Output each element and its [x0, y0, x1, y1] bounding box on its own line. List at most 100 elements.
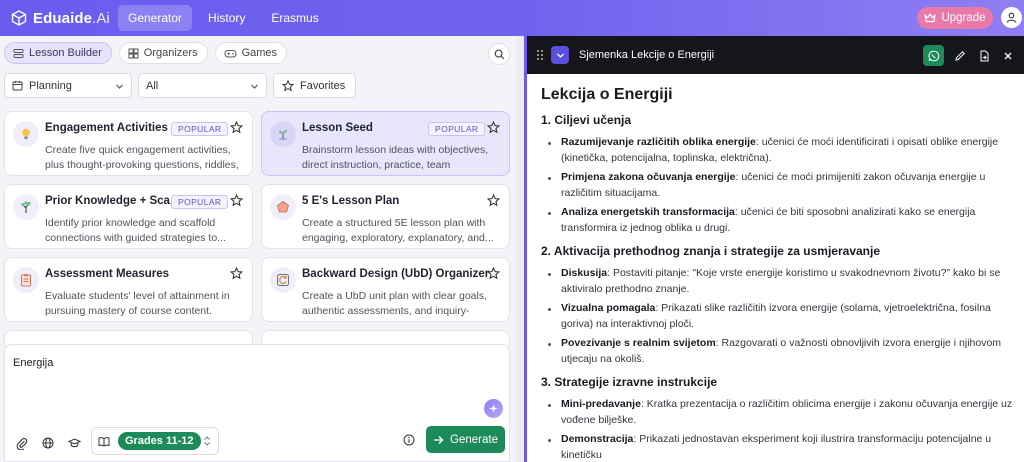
list-item: Vizualna pomagala: Prikazati slike razli…	[541, 301, 1016, 332]
tool-card-backward-design[interactable]: Backward Design (UbD) Organizer Create a…	[261, 257, 510, 322]
crown-icon	[924, 13, 937, 23]
tool-card-engagement-activities[interactable]: Engagement Activities POPULAR Create fiv…	[4, 111, 253, 176]
category-select[interactable]: Planning	[4, 73, 132, 98]
output-panel-title: Sjemenka Lekcije o Energiji	[579, 49, 715, 61]
section-list: Diskusija: Postaviti pitanje: "Koje vrst…	[541, 266, 1016, 367]
globe-icon	[42, 437, 54, 449]
upgrade-label: Upgrade	[941, 12, 986, 24]
tool-card-prior-knowledge[interactable]: Prior Knowledge + Sca... POPULAR Identif…	[4, 184, 253, 249]
star-icon[interactable]	[230, 121, 243, 134]
rewind-icon	[277, 274, 289, 286]
list-item: Diskusija: Postaviti pitanje: "Koje vrst…	[541, 266, 1016, 297]
edit-button[interactable]	[949, 45, 970, 66]
generate-button[interactable]: Generate	[426, 426, 505, 453]
tool-browser-panel: Lesson Builder Organizers Games Planning…	[0, 36, 516, 462]
prompt-composer: Energija Grades 11-12 Generate	[4, 344, 510, 462]
output-panel: Sjemenka Lekcije o Energiji Lekcija o En…	[524, 36, 1024, 462]
export-button[interactable]	[973, 45, 994, 66]
document-title: Lekcija o Energiji	[541, 86, 673, 103]
item-term: Mini-predavanje	[561, 398, 641, 410]
item-term: Razumijevanje različitih oblika energije	[561, 136, 756, 148]
language-button[interactable]	[39, 434, 57, 452]
star-icon[interactable]	[487, 121, 500, 134]
star-icon[interactable]	[487, 194, 500, 207]
tool-card-assessment-measures[interactable]: Assessment Measures Evaluate students' l…	[4, 257, 253, 322]
nav-tab-erasmus[interactable]: Erasmus	[261, 5, 328, 31]
info-icon[interactable]	[403, 434, 415, 446]
tool-card-lesson-seed[interactable]: Lesson Seed POPULAR Brainstorm lesson id…	[261, 111, 510, 176]
enhance-prompt-button[interactable]	[484, 399, 503, 418]
clipboard-icon-wrap	[13, 267, 39, 293]
scope-select-value: All	[146, 79, 159, 92]
chevron-down-icon	[556, 53, 564, 58]
collapse-button[interactable]	[551, 46, 569, 64]
item-term: Demonstracija	[561, 433, 634, 445]
scope-select[interactable]: All	[138, 73, 267, 98]
tree-icon-wrap	[13, 194, 39, 220]
tab-organizers[interactable]: Organizers	[118, 42, 208, 64]
item-term: Diskusija	[561, 267, 608, 279]
star-icon[interactable]	[487, 267, 500, 280]
card-title: Prior Knowledge + Sca...	[45, 195, 180, 207]
section-heading: 2. Aktivacija prethodnog znanja i strate…	[541, 244, 880, 258]
brand-logo[interactable]: Eduaide.Ai	[11, 10, 111, 27]
nav-tab-generator[interactable]: Generator	[118, 5, 193, 31]
whatsapp-icon	[927, 50, 939, 61]
item-term: Primjena zakona očuvanja energije	[561, 171, 736, 183]
tool-card-5e-lesson-plan[interactable]: 5 E's Lesson Plan Create a structured 5E…	[261, 184, 510, 249]
grades-value: Grades 11-12	[118, 432, 201, 450]
list-item: Primjena zakona očuvanja energije: učeni…	[541, 170, 1016, 201]
search-icon	[494, 49, 504, 59]
grades-select[interactable]: Grades 11-12	[91, 427, 219, 455]
drag-handle-icon[interactable]	[536, 49, 544, 61]
upgrade-button[interactable]: Upgrade	[917, 7, 993, 29]
section-list: Razumijevanje različitih oblika energije…	[541, 135, 1016, 236]
tab-lesson-builder[interactable]: Lesson Builder	[4, 42, 112, 64]
chat-button[interactable]	[923, 45, 944, 66]
panel-divider[interactable]	[516, 36, 524, 462]
calendar-icon	[12, 81, 23, 91]
star-icon[interactable]	[230, 194, 243, 207]
lesson-document: Lekcija o Energiji 1. Ciljevi učenja Raz…	[541, 86, 1016, 462]
cube-logo-icon	[11, 10, 27, 26]
list-item: Povezivanje s realnim svijetom: Razgovar…	[541, 336, 1016, 367]
close-panel-button[interactable]	[997, 45, 1018, 66]
top-nav-bar: Eduaide.Ai Generator History Erasmus Upg…	[0, 0, 1024, 36]
user-avatar[interactable]	[1001, 7, 1022, 28]
filter-bar: Planning All Favorites	[4, 73, 357, 98]
card-description: Evaluate students' level of attainment i…	[45, 290, 230, 317]
favorites-label: Favorites	[300, 79, 346, 92]
item-term: Vizualna pomagala	[561, 302, 656, 314]
star-icon	[282, 79, 294, 91]
card-title: Lesson Seed	[302, 122, 373, 134]
lightbulb-icon-wrap	[13, 121, 39, 147]
attach-button[interactable]	[13, 434, 31, 452]
tab-games[interactable]: Games	[214, 42, 288, 64]
lightbulb-icon	[22, 128, 30, 140]
card-title: Engagement Activities	[45, 122, 168, 134]
close-icon	[1004, 52, 1011, 59]
pencil-icon	[954, 50, 965, 61]
section-list: Mini-predavanje: Kratka prezentacija o r…	[541, 397, 1016, 462]
rewind-icon-wrap	[270, 267, 296, 293]
graduation-cap-icon	[67, 438, 81, 448]
favorites-button[interactable]: Favorites	[273, 73, 357, 98]
item-term: Povezivanje s realnim svijetom	[561, 337, 716, 349]
list-item: Demonstracija: Prikazati jednostavan eks…	[541, 432, 1016, 462]
star-icon[interactable]	[230, 267, 243, 280]
nav-tab-history[interactable]: History	[198, 5, 255, 31]
search-button[interactable]	[488, 43, 510, 65]
clipboard-icon	[21, 274, 31, 287]
category-select-value: Planning	[29, 79, 72, 92]
card-description: Identify prior knowledge and scaffold co…	[45, 217, 226, 244]
sparkle-icon	[489, 404, 498, 413]
grade-level-button[interactable]	[65, 434, 83, 452]
brand-name: Eduaide	[33, 9, 93, 27]
popular-badge: POPULAR	[428, 122, 486, 136]
list-item: Mini-predavanje: Kratka prezentacija o r…	[541, 397, 1016, 428]
prompt-input[interactable]: Energija	[13, 357, 53, 369]
card-description: Create a structured 5E lesson plan with …	[302, 217, 494, 244]
generate-label: Generate	[450, 433, 498, 446]
pentagon-icon-wrap	[270, 194, 296, 220]
item-text: : Postaviti pitanje: "Koje vrste energij…	[561, 267, 1001, 295]
